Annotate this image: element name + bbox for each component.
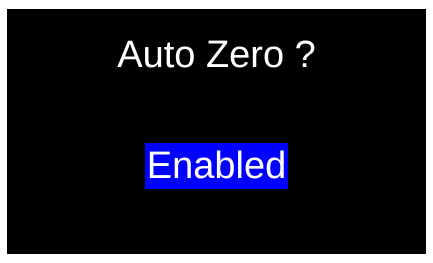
- setting-title: Auto Zero ?: [117, 34, 316, 76]
- device-display-screen: Auto Zero ? Enabled: [7, 9, 426, 254]
- setting-value-option[interactable]: Enabled: [144, 143, 289, 189]
- setting-value-row: Enabled: [7, 143, 426, 189]
